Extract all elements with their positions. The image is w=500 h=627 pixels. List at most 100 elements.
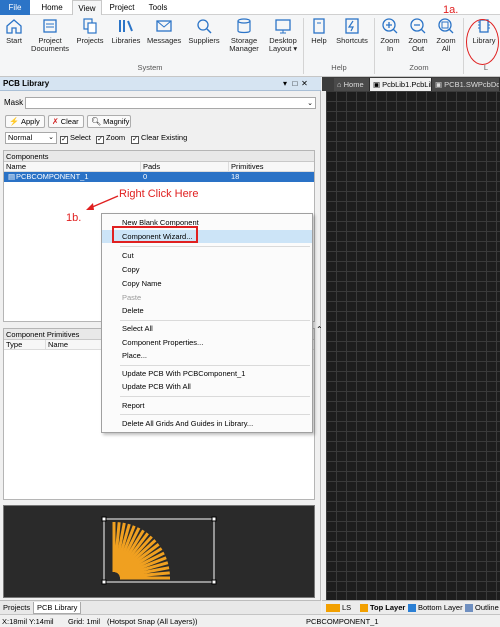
layer-outline[interactable]: Outline — [475, 601, 499, 615]
doc-tab-pcbdoc[interactable]: ▣ PCB1.SWPcbDoc — [432, 78, 500, 91]
menu-item-delete[interactable]: Delete — [102, 304, 312, 317]
select-check-icon: ✓ — [60, 136, 68, 144]
projects-label: Projects — [76, 36, 104, 45]
desktop-layout-button[interactable]: Desktop Layout ▾ — [265, 17, 301, 53]
select-checkbox[interactable]: ✓ Select — [60, 133, 91, 144]
layer-top[interactable]: Top Layer — [370, 601, 405, 615]
help-book-icon — [313, 18, 325, 34]
doc-tab-home-label: Home — [343, 80, 364, 89]
group-label-help: Help — [331, 63, 347, 72]
component-preview — [3, 505, 315, 598]
messages-button[interactable]: Messages — [147, 17, 181, 45]
start-label: Start — [6, 36, 22, 45]
layer-swatch-current — [326, 604, 340, 612]
zoom-out-button[interactable]: Zoom Out — [405, 17, 431, 53]
menu-item-select-all[interactable]: Select All — [102, 322, 312, 335]
annotation-arrow-icon — [86, 195, 119, 210]
home-tab-icon: ⌂ — [337, 80, 344, 89]
layer-ls[interactable]: LS — [342, 601, 351, 615]
ribbon: Start Project Documents Projects Librari… — [0, 15, 500, 77]
menu-item-place[interactable]: Place... — [102, 349, 312, 362]
footprint-preview-svg — [101, 516, 217, 585]
doc-tab-pcblib[interactable]: ▣ PcbLib1.PcbLib * — [370, 78, 432, 91]
home-icon — [6, 19, 22, 34]
start-button[interactable]: Start — [2, 17, 26, 45]
projects-icon — [83, 18, 97, 34]
apply-button[interactable]: ⚡ Apply — [5, 115, 45, 128]
storage-manager-button[interactable]: Storage Manager — [226, 17, 262, 53]
clear-existing-checkbox[interactable]: ✓ Clear Existing — [131, 133, 187, 144]
clear-icon: ✗ — [52, 117, 59, 126]
tab-view[interactable]: View — [72, 0, 102, 16]
project-documents-button[interactable]: Project Documents — [30, 17, 70, 53]
clear-button[interactable]: ✗ Clear — [48, 115, 84, 128]
libraries-label: Libraries — [111, 36, 141, 45]
mode-select[interactable]: Normal ⌄ — [5, 132, 57, 144]
shortcuts-icon — [345, 18, 359, 34]
component-name: PCBCOMPONENT_1 — [16, 172, 89, 181]
col-primitives[interactable]: Primitives — [229, 162, 315, 172]
doc-tab-home[interactable]: ⌂ Home — [334, 78, 370, 91]
tab-project[interactable]: Project — [106, 0, 138, 15]
menu-item-copy[interactable]: Copy — [102, 263, 312, 276]
zoom-in-button[interactable]: Zoom In — [377, 17, 403, 53]
help-button[interactable]: Help — [307, 17, 331, 45]
zoom-label: Zoom — [106, 133, 126, 142]
zoom-checkbox[interactable]: ✓ Zoom — [96, 133, 125, 144]
annotation-highlight-component-wizard — [112, 226, 198, 243]
help-label: Help — [311, 36, 327, 45]
menu-item-component-properties[interactable]: Component Properties... — [102, 336, 312, 349]
projects-button[interactable]: Projects — [75, 17, 105, 45]
tab-projects[interactable]: Projects — [0, 602, 33, 614]
clear-existing-check-icon: ✓ — [131, 136, 139, 144]
panel-window-controls[interactable]: ▾ □ ✕ — [283, 77, 308, 91]
tab-tools[interactable]: Tools — [144, 0, 172, 15]
messages-icon — [156, 20, 172, 32]
pcblib-tab-icon: ▣ — [373, 80, 383, 89]
annotation-right-click: Right Click Here — [119, 188, 199, 200]
group-label-system: System — [137, 63, 163, 72]
col-type[interactable]: Type — [4, 340, 46, 350]
selection-handle — [101, 516, 107, 522]
zoom-all-button[interactable]: Zoom All — [433, 17, 459, 53]
mask-input[interactable]: ⌄ — [25, 97, 316, 109]
menu-separator — [120, 396, 310, 397]
col-pads[interactable]: Pads — [141, 162, 229, 172]
layer-bottom[interactable]: Bottom Layer — [418, 601, 463, 615]
desktop-layout-icon — [275, 19, 291, 34]
menu-item-delete-all-grids[interactable]: Delete All Grids And Guides in Library..… — [102, 417, 312, 430]
storage-manager-label-2: Manager — [229, 44, 259, 53]
table-row[interactable]: ▤ PCBCOMPONENT_1 0 18 — [4, 172, 314, 182]
tab-pcb-library[interactable]: PCB Library — [33, 602, 82, 614]
group-separator — [463, 18, 464, 74]
zoom-all-icon — [438, 18, 454, 34]
components-header: Name Pads Primitives — [4, 162, 314, 172]
suppliers-label: Suppliers — [188, 36, 220, 45]
shortcuts-button[interactable]: Shortcuts — [334, 17, 370, 45]
menu-item-report[interactable]: Report — [102, 399, 312, 412]
status-component: PCBCOMPONENT_1 — [306, 617, 379, 626]
shortcuts-label: Shortcuts — [336, 36, 368, 45]
suppliers-button[interactable]: Suppliers — [187, 17, 221, 45]
menu-item-update-pcb-with-all[interactable]: Update PCB With All — [102, 380, 312, 393]
component-pads: 0 — [143, 172, 148, 181]
panel-bottom-tabs: Projects PCB Library — [0, 600, 321, 614]
tab-home[interactable]: Home — [37, 0, 67, 15]
menu-separator — [120, 365, 310, 366]
magnify-button[interactable]: 🔍︎ Magnify — [87, 115, 131, 128]
zoom-in-label-2: In — [386, 44, 394, 53]
pcb-editor-canvas[interactable] — [326, 91, 500, 600]
magnify-icon: 🔍︎ — [91, 117, 102, 126]
mask-dropdown-chevron-icon[interactable]: ⌄ — [307, 98, 313, 109]
panel-title: PCB Library — [3, 79, 50, 88]
bottom-layer-swatch — [408, 604, 416, 612]
zoom-out-icon — [410, 18, 426, 34]
menu-item-cut[interactable]: Cut — [102, 249, 312, 262]
menu-item-copy-name[interactable]: Copy Name — [102, 277, 312, 290]
menu-item-update-pcb-with-component[interactable]: Update PCB With PCBComponent_1 — [102, 367, 312, 380]
mode-value: Normal — [8, 133, 33, 142]
tab-file[interactable]: File — [0, 0, 30, 15]
col-name[interactable]: Name — [4, 162, 141, 172]
footprint-pads — [112, 522, 170, 580]
libraries-button[interactable]: Libraries — [110, 17, 142, 45]
